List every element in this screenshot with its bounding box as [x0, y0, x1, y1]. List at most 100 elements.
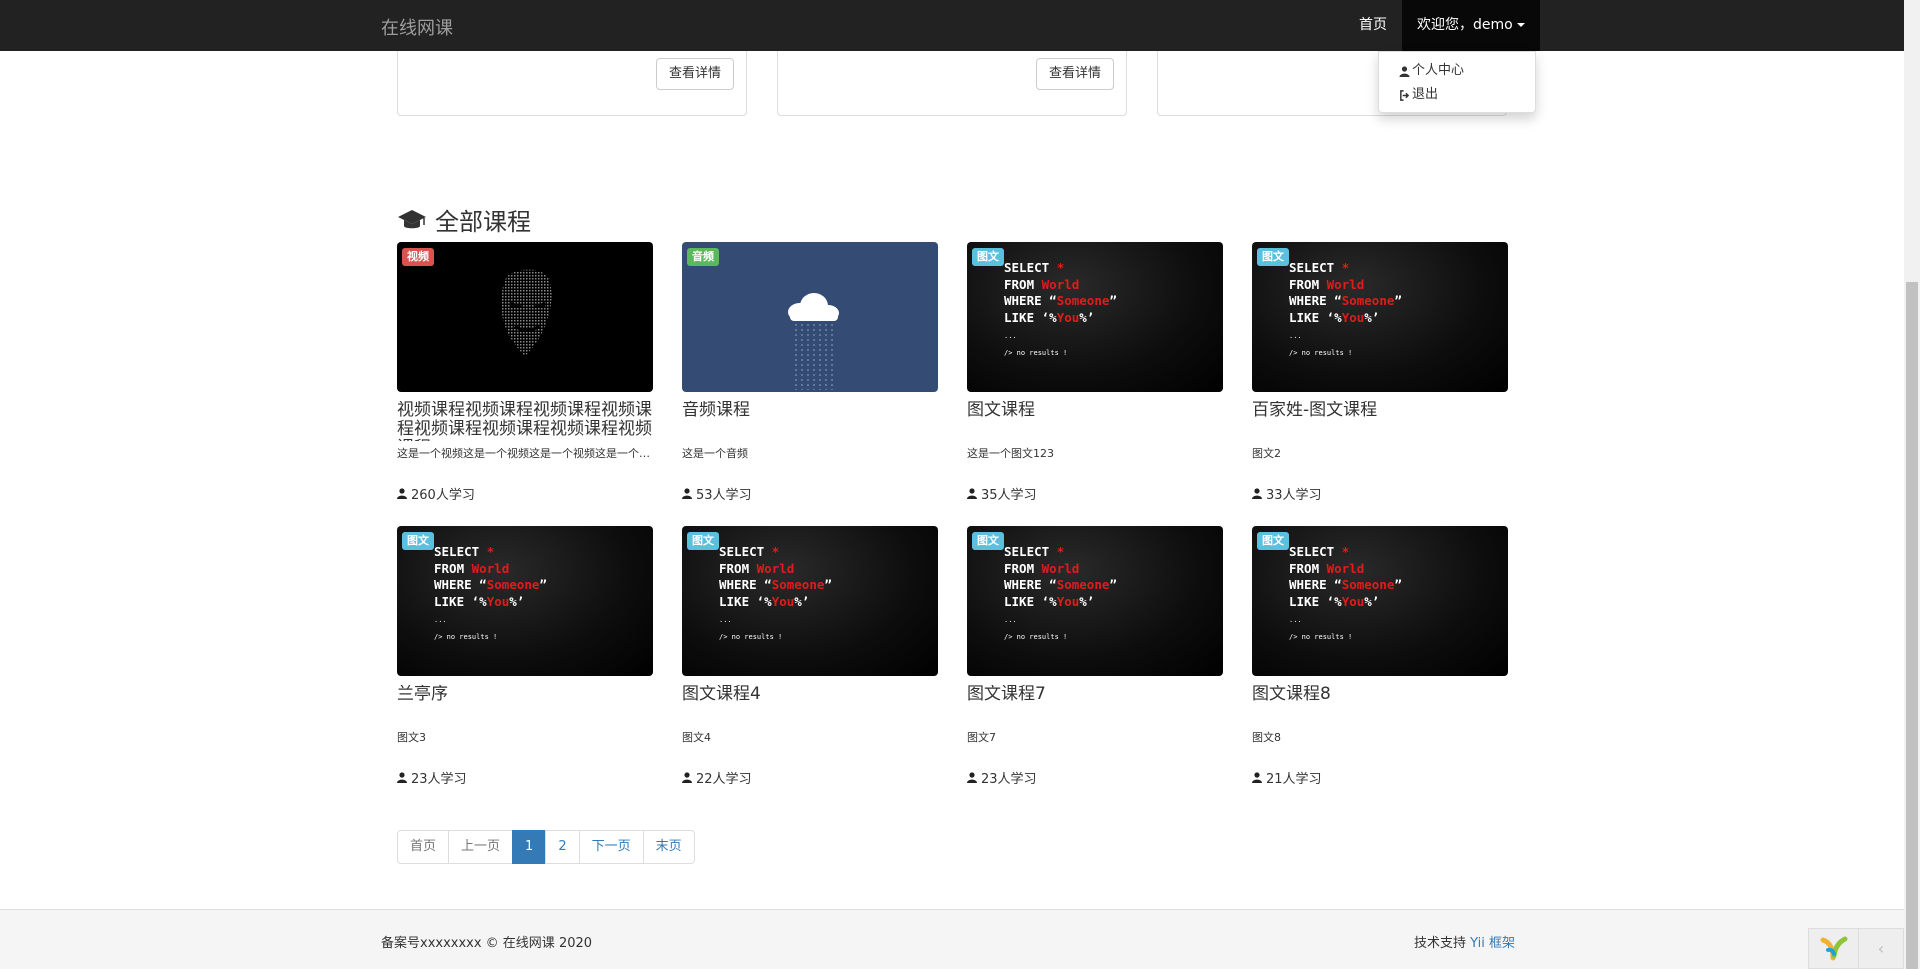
course-title[interactable]: 图文课程4 [682, 685, 938, 725]
footer-copyright: 备案号xxxxxxxx © 在线网课 2020 [381, 936, 593, 951]
yii-debug-toolbar[interactable]: ‹ [1808, 928, 1904, 969]
course-type-badge: 图文 [972, 248, 1004, 266]
nav-home-link[interactable]: 首页 [1344, 0, 1402, 51]
page-last[interactable]: 末页 [642, 830, 695, 864]
menu-item-profile[interactable]: 个人中心 [1379, 59, 1535, 83]
course-description: 图文2 [1252, 447, 1281, 460]
course-learners: 53人学习 [682, 484, 938, 503]
top-course-card: 查看详情 [397, 40, 747, 116]
course-learners-count: 23人学习 [411, 772, 467, 787]
user-menu-toggle[interactable]: 欢迎您，demo [1402, 0, 1540, 51]
yii-framework-link[interactable]: Yii 框架 [1470, 936, 1515, 951]
nav-right: 首页 欢迎您，demo [1344, 0, 1540, 51]
course-learners: 23人学习 [967, 768, 1223, 787]
course-card[interactable]: SELECT * FROM World WHERE “Someone” LIKE… [1252, 242, 1508, 503]
section-title: 全部课程 [435, 208, 531, 236]
user-icon [682, 772, 692, 783]
course-learners-count: 23人学习 [981, 772, 1037, 787]
sql-artwork: SELECT * FROM World WHERE “Someone” LIKE… [1004, 544, 1117, 641]
course-learners: 22人学习 [682, 768, 938, 787]
course-learners: 35人学习 [967, 484, 1223, 503]
user-icon [1252, 772, 1262, 783]
sql-artwork: SELECT * FROM World WHERE “Someone” LIKE… [434, 544, 547, 641]
course-title[interactable]: 百家姓-图文课程 [1252, 401, 1508, 441]
course-title[interactable]: 视频课程视频课程视频课程视频课程视频课程视频课程视频课程视频课程 [397, 401, 653, 441]
course-description: 这是一个音频 [682, 447, 748, 460]
user-menu-label: 欢迎您，demo [1417, 17, 1513, 33]
course-card[interactable]: 音频 音频课程 这是一个音频 53人学习 [682, 242, 938, 503]
course-description: 图文8 [1252, 731, 1281, 744]
user-icon [967, 772, 977, 783]
user-icon [1252, 488, 1262, 499]
course-learners-count: 53人学习 [696, 488, 752, 503]
course-type-badge: 视频 [402, 248, 434, 266]
course-description: 这是一个视频这是一个视频这是一个视频这是一个视频 [397, 447, 653, 460]
user-icon [397, 488, 407, 499]
footer: 备案号xxxxxxxx © 在线网课 2020 技术支持 Yii 框架 [0, 909, 1904, 969]
top-course-card: 查看详情 [777, 40, 1127, 116]
course-thumbnail[interactable]: 音频 [682, 242, 938, 392]
course-card[interactable]: SELECT * FROM World WHERE “Someone” LIKE… [1252, 526, 1508, 787]
page-1[interactable]: 1 [512, 830, 547, 864]
course-title[interactable]: 图文课程8 [1252, 685, 1508, 725]
course-thumbnail[interactable]: SELECT * FROM World WHERE “Someone” LIKE… [1252, 526, 1508, 676]
course-learners-count: 22人学习 [696, 772, 752, 787]
course-title[interactable]: 音频课程 [682, 401, 938, 441]
user-dropdown-menu: 个人中心 退出 [1378, 51, 1536, 113]
course-type-badge: 图文 [687, 532, 719, 550]
view-details-button[interactable]: 查看详情 [655, 58, 734, 90]
course-learners-count: 260人学习 [411, 488, 475, 503]
user-icon [967, 488, 977, 499]
page-next[interactable]: 下一页 [578, 830, 644, 864]
user-icon [397, 772, 407, 783]
course-type-badge: 图文 [972, 532, 1004, 550]
course-title[interactable]: 图文课程 [967, 401, 1223, 441]
course-learners: 260人学习 [397, 484, 653, 503]
scrollbar-thumb[interactable] [1906, 282, 1918, 969]
course-thumbnail[interactable]: SELECT * FROM World WHERE “Someone” LIKE… [682, 526, 938, 676]
user-icon [682, 488, 692, 499]
course-description: 图文3 [397, 731, 426, 744]
course-learners: 23人学习 [397, 768, 653, 787]
logout-icon [1400, 89, 1410, 101]
graduation-cap-icon [398, 209, 426, 228]
page-2[interactable]: 2 [545, 830, 580, 864]
sql-artwork: SELECT * FROM World WHERE “Someone” LIKE… [1289, 260, 1402, 357]
course-type-badge: 音频 [687, 248, 719, 266]
course-type-badge: 图文 [1257, 248, 1289, 266]
course-description: 图文7 [967, 731, 996, 744]
section-heading: 全部课程 [397, 202, 531, 237]
course-description: 图文4 [682, 731, 711, 744]
course-card[interactable]: 视频 视频课程视频课程视频课程视频课程视频课程视频课程视频课程视频课程 这是一个… [397, 242, 653, 503]
course-card[interactable]: SELECT * FROM World WHERE “Someone” LIKE… [967, 526, 1223, 787]
course-card[interactable]: SELECT * FROM World WHERE “Someone” LIKE… [397, 526, 653, 787]
course-type-badge: 图文 [402, 532, 434, 550]
menu-item-logout[interactable]: 退出 [1379, 83, 1535, 107]
brand-link[interactable]: 在线网课 [381, 14, 453, 40]
course-learners: 33人学习 [1252, 484, 1508, 503]
course-card[interactable]: SELECT * FROM World WHERE “Someone” LIKE… [682, 526, 938, 787]
user-icon [1399, 65, 1410, 77]
vertical-scrollbar[interactable] [1904, 0, 1920, 969]
view-details-button[interactable]: 查看详情 [1035, 58, 1114, 90]
page-first[interactable]: 首页 [397, 830, 450, 864]
course-thumbnail[interactable]: SELECT * FROM World WHERE “Someone” LIKE… [967, 242, 1223, 392]
menu-item-profile-label: 个人中心 [1412, 63, 1465, 78]
mask-artwork [501, 269, 552, 356]
course-description: 这是一个图文123 [967, 447, 1054, 460]
chevron-left-icon[interactable]: ‹ [1859, 929, 1903, 968]
caret-down-icon [1516, 23, 1525, 27]
course-thumbnail[interactable]: SELECT * FROM World WHERE “Someone” LIKE… [967, 526, 1223, 676]
course-title[interactable]: 图文课程7 [967, 685, 1223, 725]
course-thumbnail[interactable]: SELECT * FROM World WHERE “Someone” LIKE… [1252, 242, 1508, 392]
course-title[interactable]: 兰亭序 [397, 685, 653, 725]
rain-cloud-artwork [788, 293, 839, 390]
course-card[interactable]: SELECT * FROM World WHERE “Someone” LIKE… [967, 242, 1223, 503]
course-learners-count: 35人学习 [981, 488, 1037, 503]
course-thumbnail[interactable]: 视频 [397, 242, 653, 392]
menu-item-logout-label: 退出 [1412, 87, 1439, 102]
page-prev[interactable]: 上一页 [448, 830, 514, 864]
course-thumbnail[interactable]: SELECT * FROM World WHERE “Someone” LIKE… [397, 526, 653, 676]
course-learners-count: 33人学习 [1266, 488, 1322, 503]
pagination: 首页 上一页 1 2 下一页 末页 [397, 830, 695, 864]
